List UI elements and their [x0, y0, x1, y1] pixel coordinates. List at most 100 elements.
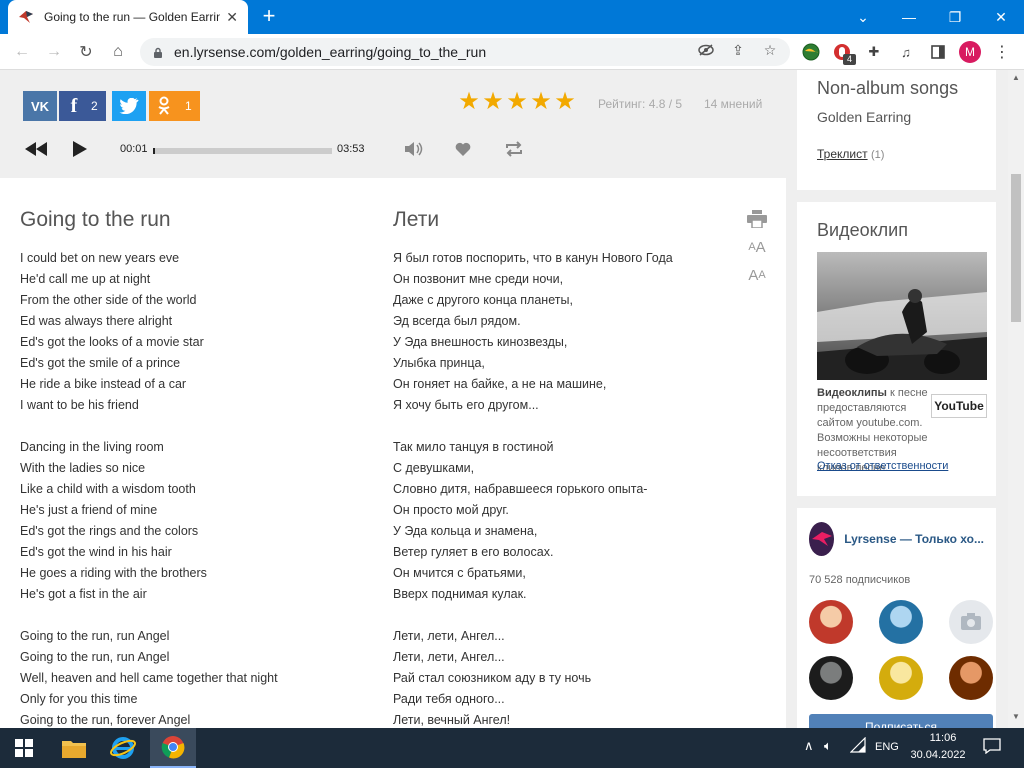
- translation-lyric-line: Вверх поднимая кулак.: [393, 587, 527, 601]
- original-lyric-line: Like a child with a wisdom tooth: [20, 482, 196, 496]
- vk-icon: VK: [23, 91, 57, 121]
- back-icon[interactable]: ←: [10, 40, 34, 64]
- star-icon[interactable]: ★: [554, 90, 576, 114]
- browser-menu-icon[interactable]: ⋮: [992, 42, 1012, 62]
- star-icon[interactable]: ★: [530, 90, 552, 114]
- translation-lyric-line: Лети, лети, Ангел...: [393, 650, 505, 664]
- original-lyric-line: Ed's got the rings and the colors: [20, 524, 199, 538]
- share-twitter-button[interactable]: [112, 91, 146, 121]
- translation-title: Лети: [393, 208, 440, 231]
- vk-widget: Lyrsense — Только хо... 70 528 подписчик…: [797, 508, 996, 728]
- scrollbar-thumb[interactable]: [1011, 174, 1021, 322]
- vk-subscribe-button[interactable]: Подписаться: [809, 714, 993, 728]
- page-scrollbar[interactable]: ▲ ▼: [1008, 70, 1024, 728]
- media-control-icon[interactable]: ♫: [896, 42, 916, 62]
- share-facebook-button[interactable]: f 2: [59, 91, 106, 121]
- share-vk-button[interactable]: VK: [23, 91, 57, 121]
- translation-lyric-line: Рай стал союзником аду в ту ночь: [393, 671, 592, 685]
- start-icon[interactable]: [0, 728, 48, 768]
- browser-toolbar: ← → ↻ ⌂ en.lyrsense.com/golden_earring/g…: [0, 34, 1024, 70]
- minimize-icon[interactable]: —: [886, 0, 932, 34]
- side-panel-icon[interactable]: [928, 42, 948, 62]
- bookmark-star-icon[interactable]: ☆: [761, 41, 779, 59]
- original-lyrics: I could bet on new years eve He'd call me…: [20, 248, 278, 728]
- clock-time[interactable]: 11:06: [918, 732, 968, 744]
- rating-text: Рейтинг: 4.8 / 5: [598, 97, 683, 111]
- browser-tab[interactable]: Going to the run — Golden Earring ✕: [8, 0, 248, 34]
- video-thumbnail[interactable]: [817, 252, 987, 380]
- original-lyric-line: Going to the run, run Angel: [20, 629, 170, 643]
- translation-lyric-line: [393, 416, 673, 437]
- window-close-icon[interactable]: ✕: [978, 0, 1024, 34]
- tracklist-link[interactable]: Треклист: [817, 147, 868, 161]
- file-explorer-icon[interactable]: [52, 728, 96, 768]
- twitter-icon: [112, 91, 146, 121]
- camera-placeholder-icon[interactable]: [949, 600, 993, 644]
- subscriber-avatar[interactable]: [949, 656, 993, 700]
- star-icon[interactable]: ★: [506, 90, 528, 114]
- notifications-icon[interactable]: [983, 738, 1001, 757]
- internet-explorer-icon[interactable]: [100, 728, 146, 768]
- network-icon[interactable]: [849, 736, 866, 756]
- profile-avatar[interactable]: M: [959, 41, 981, 63]
- restore-icon[interactable]: ❐: [932, 0, 978, 34]
- original-lyric-line: He's just a friend of mine: [20, 503, 158, 517]
- print-icon[interactable]: [746, 208, 768, 230]
- album-title: Non-album songs: [817, 78, 959, 98]
- favorite-heart-icon[interactable]: [453, 140, 473, 158]
- subscriber-avatar[interactable]: [879, 656, 923, 700]
- original-lyric-line: [20, 416, 278, 437]
- chrome-taskbar-icon[interactable]: [150, 728, 196, 768]
- translation-lyric-line: Даже с другого конца планеты,: [393, 293, 573, 307]
- star-icon[interactable]: ★: [482, 90, 504, 114]
- volume-icon[interactable]: [404, 140, 426, 158]
- original-lyric-line: He'd call me up at night: [20, 272, 151, 286]
- subscriber-avatar[interactable]: [879, 600, 923, 644]
- share-odnoklassniki-button[interactable]: 1: [149, 91, 200, 121]
- tab-search-icon[interactable]: ⌄: [840, 0, 886, 34]
- scroll-up-icon[interactable]: ▲: [1012, 73, 1020, 82]
- original-lyric-line: Going to the run, run Angel: [20, 650, 170, 664]
- facebook-share-count: 2: [91, 99, 98, 113]
- rating-stars[interactable]: ★ ★ ★ ★ ★: [458, 90, 576, 114]
- speaker-icon[interactable]: 🔈︎: [824, 738, 832, 754]
- opinions-link[interactable]: 14 мнений: [704, 97, 762, 111]
- repeat-icon[interactable]: [503, 140, 525, 158]
- increase-font-icon[interactable]: AA: [746, 236, 768, 258]
- progress-bar[interactable]: [153, 148, 332, 154]
- tracking-blocked-icon[interactable]: [697, 41, 715, 59]
- youtube-logo-text: YouTube: [934, 399, 984, 413]
- translation-lyric-line: Он мчится с братьями,: [393, 566, 526, 580]
- star-icon[interactable]: ★: [458, 90, 480, 114]
- disclaimer-link[interactable]: Отказ от ответственности: [817, 460, 948, 472]
- rewind-icon[interactable]: [24, 140, 48, 158]
- decrease-font-icon[interactable]: AA: [746, 264, 768, 286]
- language-indicator[interactable]: ENG: [875, 741, 899, 753]
- reload-icon[interactable]: ↻: [74, 40, 98, 64]
- progress-fill: [153, 148, 155, 154]
- tab-close-icon[interactable]: ✕: [226, 9, 238, 26]
- clock-date[interactable]: 30.04.2022: [908, 749, 968, 761]
- forward-icon[interactable]: →: [42, 40, 66, 64]
- play-icon[interactable]: [70, 140, 90, 158]
- scroll-down-icon[interactable]: ▼: [1012, 712, 1020, 721]
- original-lyric-line: Well, heaven and hell came together that…: [20, 671, 278, 685]
- extensions-puzzle-icon[interactable]: ✚: [864, 42, 884, 62]
- artist-name[interactable]: Golden Earring: [817, 109, 976, 125]
- url-text: en.lyrsense.com/golden_earring/going_to_…: [174, 44, 487, 60]
- main-content: VK f 2 1 ★ ★ ★ ★ ★ Рейтинг: 4.8 / 5 14 мнени…: [0, 70, 786, 728]
- home-icon[interactable]: ⌂: [106, 40, 130, 64]
- subscriber-avatars: [809, 600, 994, 710]
- vk-group-header[interactable]: Lyrsense — Только хо...: [809, 522, 984, 556]
- translation-lyric-line: Ветер гуляет в его волосах.: [393, 545, 554, 559]
- subscriber-avatar[interactable]: [809, 656, 853, 700]
- translation-lyric-line: Лети, вечный Ангел!: [393, 713, 511, 727]
- new-tab-icon[interactable]: +: [258, 5, 280, 28]
- translation-lyric-line: Ради тебя одного...: [393, 692, 505, 706]
- tray-chevron-icon[interactable]: ∧: [804, 738, 814, 754]
- address-bar[interactable]: en.lyrsense.com/golden_earring/going_to_…: [140, 38, 790, 66]
- translation-lyric-line: Он позвонит мне среди ночи,: [393, 272, 564, 286]
- share-icon[interactable]: ⇪: [729, 41, 747, 59]
- extension-globe-icon[interactable]: [801, 42, 821, 62]
- subscriber-avatar[interactable]: [809, 600, 853, 644]
